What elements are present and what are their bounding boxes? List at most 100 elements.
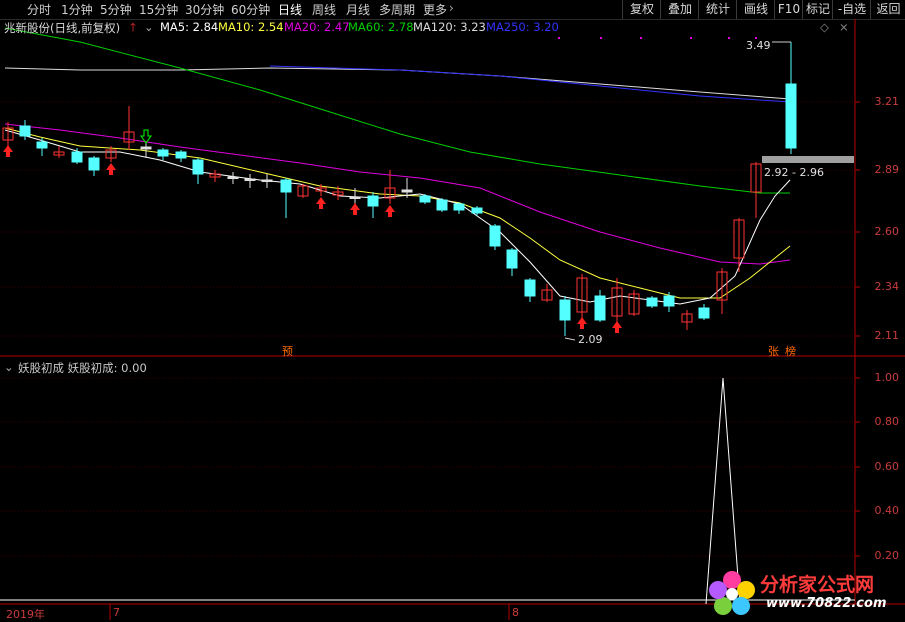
ma60-line bbox=[4, 27, 790, 194]
candle bbox=[628, 290, 640, 316]
ma10-line bbox=[4, 127, 791, 299]
candle bbox=[261, 174, 273, 188]
candle bbox=[123, 106, 135, 150]
date-month-8: 8 bbox=[512, 606, 519, 619]
overlay-button[interactable]: 叠加 bbox=[660, 0, 699, 19]
candle bbox=[576, 274, 588, 318]
stock-title: 兆新股份(日线,前复权) bbox=[4, 21, 121, 35]
price-tick: 2.11 bbox=[874, 329, 900, 342]
candle bbox=[297, 184, 309, 198]
candle bbox=[2, 122, 14, 146]
candle bbox=[209, 170, 221, 182]
tab-more[interactable]: 更多 bbox=[423, 1, 447, 18]
candle bbox=[453, 202, 465, 214]
indicator-legend: 妖股初成 妖股初成: 0.00 bbox=[18, 361, 147, 375]
price-band bbox=[762, 156, 854, 163]
tag-yu: 预 bbox=[282, 345, 293, 358]
ma120-line bbox=[4, 67, 791, 100]
candle bbox=[663, 292, 675, 312]
tag-bang: 榜 bbox=[785, 345, 796, 358]
ma20-line bbox=[4, 123, 791, 265]
kline-chart[interactable] bbox=[0, 19, 905, 621]
price-tick: 2.60 bbox=[874, 225, 900, 238]
candle bbox=[227, 172, 239, 184]
tab-weekly[interactable]: 周线 bbox=[312, 1, 336, 18]
tab-5min[interactable]: 5分钟 bbox=[100, 1, 132, 18]
candle bbox=[192, 158, 204, 184]
date-year: 2019年 bbox=[6, 608, 45, 621]
close-icon[interactable]: × bbox=[839, 20, 849, 34]
candle bbox=[36, 138, 48, 156]
price-tick: 2.34 bbox=[874, 280, 900, 293]
tab-fenshi[interactable]: 分时 bbox=[27, 1, 51, 18]
fuquan-button[interactable]: 复权 bbox=[622, 0, 661, 19]
candle bbox=[681, 310, 693, 330]
ma20-label: MA20: 2.47 bbox=[284, 20, 350, 34]
up-arrow-icon: 🡑 bbox=[130, 20, 136, 34]
candle bbox=[157, 148, 169, 160]
ma250-line bbox=[269, 65, 791, 103]
chevron-right-icon[interactable]: › bbox=[449, 1, 454, 15]
candle bbox=[88, 156, 100, 176]
candle bbox=[524, 278, 536, 302]
watermark-brand: 分析家公式网 bbox=[760, 574, 875, 596]
indicator-tick: 0.40 bbox=[874, 504, 900, 517]
flower-logo-icon bbox=[709, 571, 755, 615]
candle bbox=[698, 304, 710, 320]
watchlist-button[interactable]: -自选 bbox=[832, 0, 871, 19]
candle bbox=[436, 198, 448, 212]
candle bbox=[506, 248, 518, 276]
tab-30min[interactable]: 30分钟 bbox=[185, 1, 224, 18]
axis-ticks bbox=[109, 101, 860, 620]
candle bbox=[175, 150, 187, 162]
stats-button[interactable]: 统计 bbox=[698, 0, 737, 19]
price-tick: 3.21 bbox=[874, 95, 900, 108]
ma5-label: MA5: 2.84 bbox=[160, 20, 219, 34]
tab-monthly[interactable]: 月线 bbox=[346, 1, 370, 18]
candle bbox=[733, 218, 745, 272]
tab-15min[interactable]: 15分钟 bbox=[139, 1, 178, 18]
candle bbox=[594, 290, 606, 322]
back-button[interactable]: 返回 bbox=[870, 0, 905, 19]
high-label: 3.49 bbox=[746, 39, 771, 52]
watermark-logo: 分析家公式网 www.70822.com bbox=[706, 566, 905, 621]
up-arrows bbox=[3, 145, 622, 333]
candle bbox=[785, 42, 797, 154]
candle bbox=[280, 178, 292, 218]
candle bbox=[471, 206, 483, 216]
indicator-tick: 0.20 bbox=[874, 549, 900, 562]
mark-button[interactable]: 标记 bbox=[802, 0, 833, 19]
candle bbox=[244, 174, 256, 188]
candle bbox=[419, 194, 431, 204]
price-grid bbox=[0, 101, 855, 557]
chevron-down-icon[interactable]: ⌄ bbox=[4, 360, 14, 374]
date-month-7: 7 bbox=[113, 606, 120, 619]
tag-zhang: 张 bbox=[768, 345, 779, 358]
f10-button[interactable]: F10 bbox=[774, 0, 803, 19]
candle bbox=[646, 296, 658, 308]
tab-multi-period[interactable]: 多周期 bbox=[379, 1, 415, 18]
chevron-down-icon[interactable]: ⌄ bbox=[144, 20, 154, 34]
watermark-url: www.70822.com bbox=[766, 596, 887, 611]
indicator-tick: 0.80 bbox=[874, 415, 900, 428]
candle bbox=[367, 192, 379, 218]
candle bbox=[611, 278, 623, 322]
ma60-label: MA60: 2.78 bbox=[348, 20, 414, 34]
indicator-tick: 1.00 bbox=[874, 371, 900, 384]
signal-dots bbox=[558, 37, 757, 39]
price-tick: 2.89 bbox=[874, 163, 900, 176]
draw-button[interactable]: 画线 bbox=[736, 0, 775, 19]
diamond-icon[interactable]: ◇ bbox=[820, 20, 829, 34]
ma10-label: MA10: 2.54 bbox=[218, 20, 284, 34]
tab-daily[interactable]: 日线 bbox=[278, 1, 302, 18]
ma5-line bbox=[4, 129, 791, 305]
tab-1min[interactable]: 1分钟 bbox=[61, 1, 93, 18]
toolbar: 分时 1分钟 5分钟 15分钟 30分钟 60分钟 日线 周线 月线 多周期 更… bbox=[0, 0, 905, 20]
candles bbox=[2, 42, 797, 336]
tab-60min[interactable]: 60分钟 bbox=[231, 1, 270, 18]
candle bbox=[559, 296, 571, 336]
candle bbox=[489, 224, 501, 250]
indicator-tick: 0.60 bbox=[874, 460, 900, 473]
low-label: 2.09 bbox=[578, 333, 603, 346]
candle bbox=[53, 146, 65, 158]
